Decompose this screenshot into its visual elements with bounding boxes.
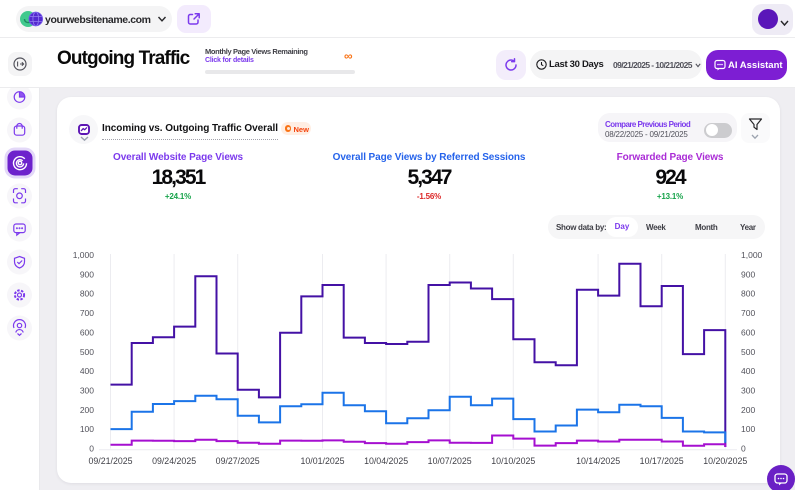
svg-text:09/27/2025: 09/27/2025	[216, 456, 260, 466]
svg-text:09/24/2025: 09/24/2025	[152, 456, 196, 466]
svg-text:10/14/2025: 10/14/2025	[576, 456, 620, 466]
svg-text:100: 100	[80, 424, 94, 434]
svg-text:300: 300	[80, 385, 94, 395]
svg-text:1,000: 1,000	[741, 250, 763, 260]
svg-text:700: 700	[741, 308, 755, 318]
svg-text:700: 700	[80, 308, 94, 318]
svg-text:800: 800	[80, 289, 94, 299]
svg-text:10/10/2025: 10/10/2025	[491, 456, 535, 466]
svg-text:200: 200	[741, 405, 755, 415]
svg-text:900: 900	[741, 269, 755, 279]
svg-text:300: 300	[741, 385, 755, 395]
svg-text:0: 0	[741, 444, 746, 454]
svg-text:500: 500	[80, 347, 94, 357]
svg-text:400: 400	[741, 366, 755, 376]
svg-text:0: 0	[89, 444, 94, 454]
svg-text:10/04/2025: 10/04/2025	[364, 456, 408, 466]
svg-text:600: 600	[741, 327, 755, 337]
svg-text:400: 400	[80, 366, 94, 376]
svg-text:10/01/2025: 10/01/2025	[300, 456, 344, 466]
svg-text:800: 800	[741, 289, 755, 299]
svg-text:200: 200	[80, 405, 94, 415]
svg-text:100: 100	[741, 424, 755, 434]
svg-text:900: 900	[80, 269, 94, 279]
svg-text:600: 600	[80, 327, 94, 337]
svg-text:1,000: 1,000	[73, 250, 95, 260]
svg-text:09/21/2025: 09/21/2025	[88, 456, 132, 466]
svg-text:10/07/2025: 10/07/2025	[428, 456, 472, 466]
svg-text:10/17/2025: 10/17/2025	[640, 456, 684, 466]
svg-text:10/20/2025: 10/20/2025	[703, 456, 747, 466]
svg-text:500: 500	[741, 347, 755, 357]
